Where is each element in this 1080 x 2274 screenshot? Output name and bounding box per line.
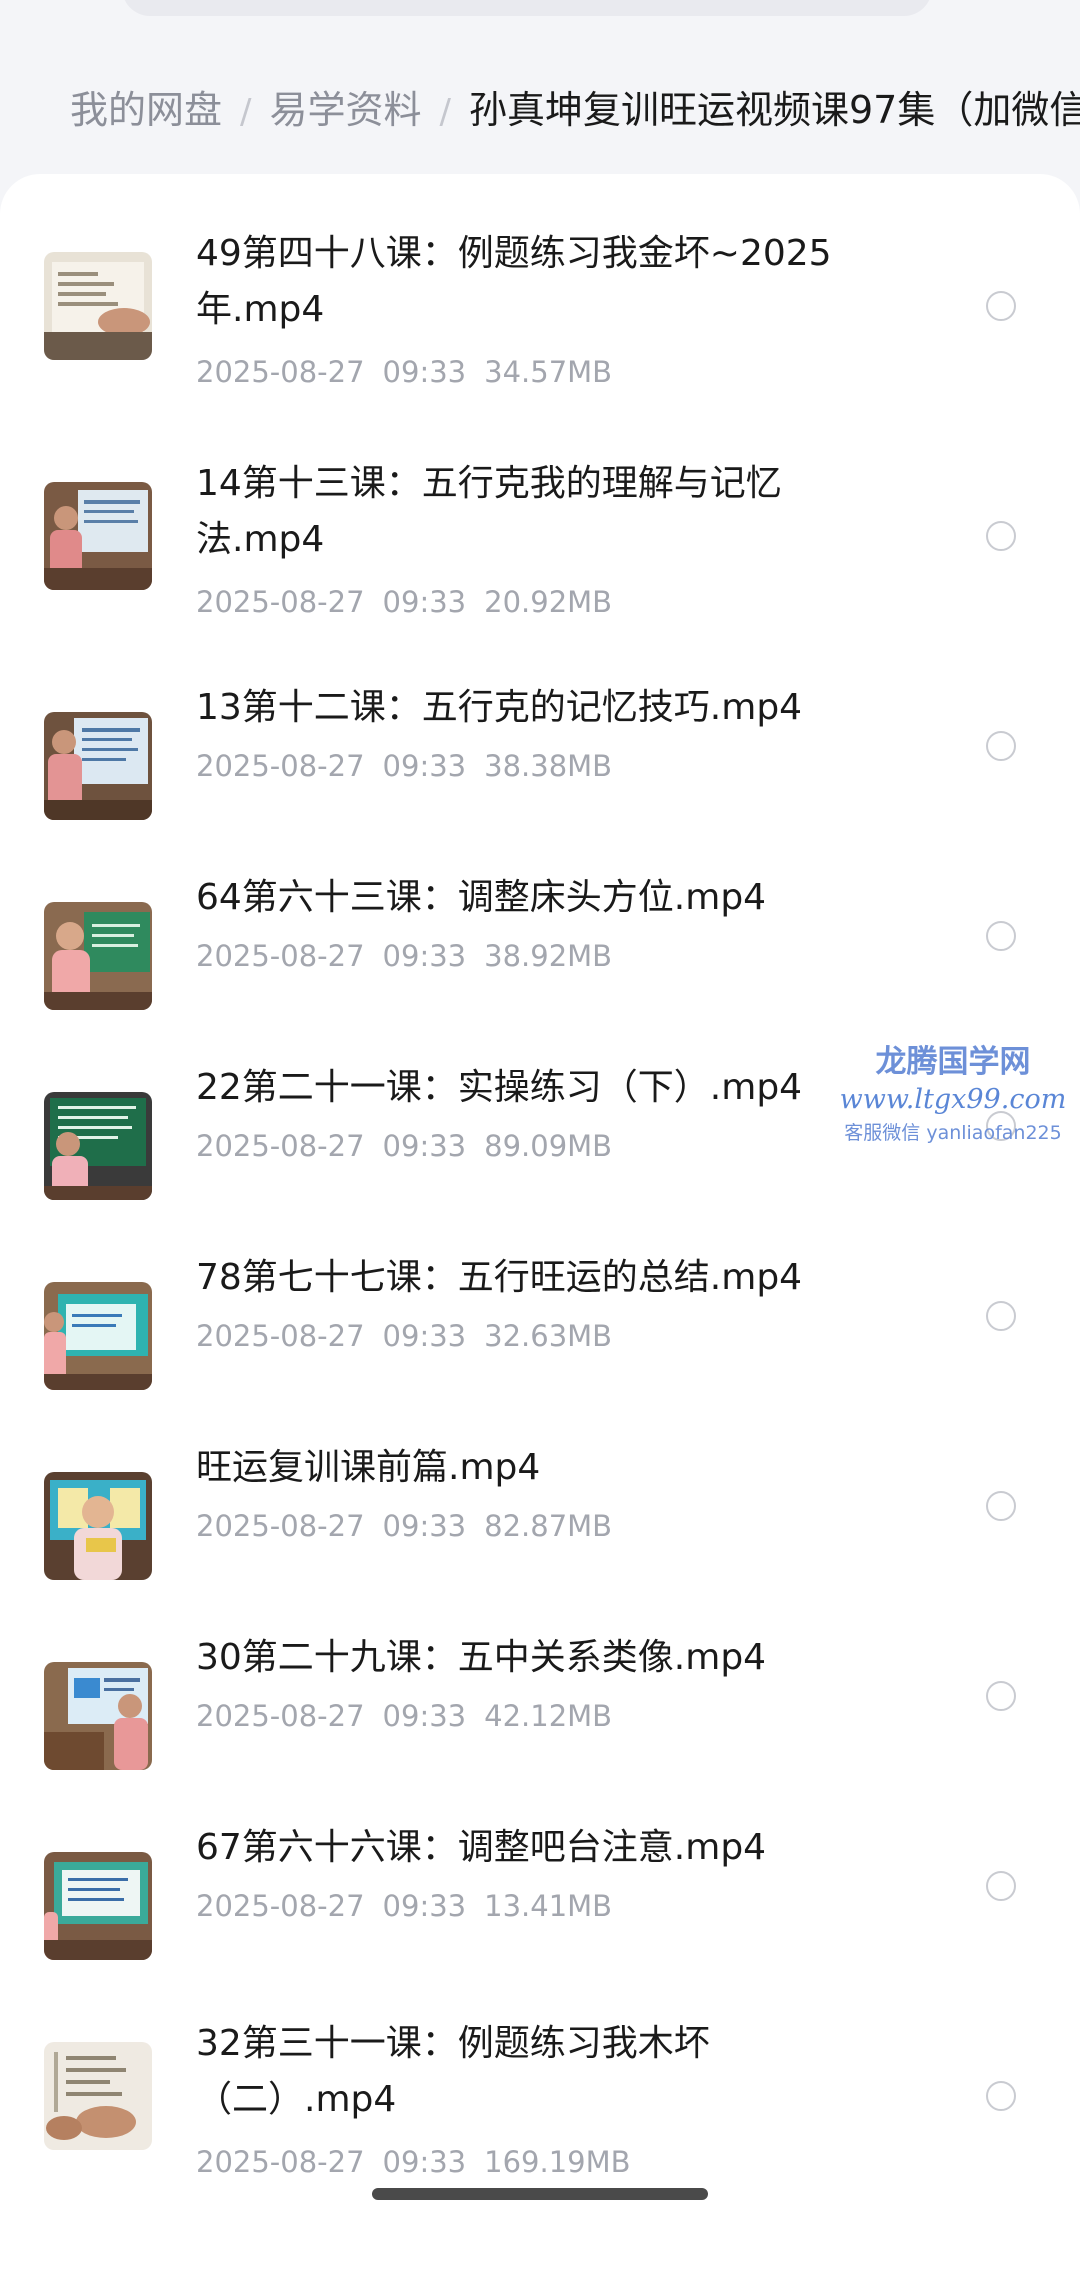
file-size: 34.57MB [484, 355, 613, 389]
file-meta: 2025-08-27 09:33 20.92MB [196, 582, 612, 622]
file-size: 32.63MB [484, 1319, 613, 1353]
file-size: 38.38MB [484, 749, 613, 783]
file-meta: 2025-08-27 09:33 32.63MB [196, 1316, 612, 1356]
file-row[interactable]: 旺运复训课前篇.mp4 2025-08-27 09:33 82.87MB [0, 1436, 1080, 1596]
radio-circle-icon[interactable] [986, 1681, 1016, 1711]
video-thumbnail [44, 1662, 152, 1770]
file-row[interactable]: 64第六十三课：调整床头方位.mp4 2025-08-27 09:33 38.92M… [0, 866, 1080, 1026]
radio-circle-icon[interactable] [986, 1111, 1016, 1141]
breadcrumb-separator: / [240, 92, 252, 132]
file-size: 13.41MB [484, 1889, 613, 1923]
radio-circle-icon[interactable] [986, 731, 1016, 761]
video-thumbnail [44, 712, 152, 820]
file-meta: 2025-08-27 09:33 169.19MB [196, 2142, 631, 2182]
file-row[interactable]: 32第三十一课：例题练习我木坏（二）.mp4 2025-08-27 09:33 16… [0, 2006, 1080, 2206]
file-meta: 2025-08-27 09:33 38.92MB [196, 936, 612, 976]
file-time: 09:33 [382, 1129, 467, 1163]
file-date: 2025-08-27 [196, 939, 365, 973]
file-row[interactable]: 22第二十一课：实操练习（下）.mp4 2025-08-27 09:33 89.09… [0, 1056, 1080, 1216]
file-row[interactable]: 78第七十七课：五行旺运的总结.mp4 2025-08-27 09:33 32.63… [0, 1246, 1080, 1406]
file-name: 78第七十七课：五行旺运的总结.mp4 [196, 1257, 803, 1298]
file-size: 20.92MB [484, 585, 613, 619]
file-name: 13第十二课：五行克的记忆技巧.mp4 [196, 687, 803, 728]
file-name: 32第三十一课：例题练习我木坏（二）.mp4 [196, 2023, 710, 2120]
file-date: 2025-08-27 [196, 585, 365, 619]
file-time: 09:33 [382, 585, 467, 619]
file-time: 09:33 [382, 749, 467, 783]
file-date: 2025-08-27 [196, 1509, 365, 1543]
radio-circle-icon[interactable] [986, 921, 1016, 951]
file-size: 42.12MB [484, 1699, 613, 1733]
file-size: 38.92MB [484, 939, 613, 973]
video-thumbnail [44, 1472, 152, 1580]
file-time: 09:33 [382, 1319, 467, 1353]
file-date: 2025-08-27 [196, 749, 365, 783]
radio-circle-icon[interactable] [986, 1871, 1016, 1901]
breadcrumb-separator: / [439, 92, 451, 132]
breadcrumb: 我的网盘 / 易学资料 / 孙真坤复训旺运视频课97集（加微信 [70, 78, 1080, 142]
home-indicator[interactable] [372, 2188, 708, 2200]
file-row[interactable]: 67第六十六课：调整吧台注意.mp4 2025-08-27 09:33 13.41M… [0, 1816, 1080, 1976]
video-thumbnail [44, 902, 152, 1010]
file-date: 2025-08-27 [196, 355, 365, 389]
file-time: 09:33 [382, 1509, 467, 1543]
video-thumbnail [44, 482, 152, 590]
file-time: 09:33 [382, 2145, 467, 2179]
video-thumbnail [44, 252, 152, 360]
radio-circle-icon[interactable] [986, 1301, 1016, 1331]
breadcrumb-current-folder: 孙真坤复训旺运视频课97集（加微信 [468, 88, 1080, 132]
file-row[interactable]: 14第十三课：五行克我的理解与记忆法.mp4 2025-08-27 09:33 20… [0, 446, 1080, 646]
search-bar[interactable] [122, 0, 932, 16]
file-size: 89.09MB [484, 1129, 613, 1163]
breadcrumb-yixue-folder[interactable]: 易学资料 [269, 88, 421, 132]
file-date: 2025-08-27 [196, 1889, 365, 1923]
file-meta: 2025-08-27 09:33 34.57MB [196, 352, 612, 392]
file-meta: 2025-08-27 09:33 13.41MB [196, 1886, 612, 1926]
video-thumbnail [44, 2042, 152, 2150]
file-size: 82.87MB [484, 1509, 613, 1543]
file-name: 30第二十九课：五中关系类像.mp4 [196, 1637, 767, 1678]
file-size: 169.19MB [484, 2145, 631, 2179]
file-name: 旺运复训课前篇.mp4 [196, 1447, 541, 1488]
file-date: 2025-08-27 [196, 1319, 365, 1353]
video-thumbnail [44, 1092, 152, 1200]
radio-circle-icon[interactable] [986, 291, 1016, 321]
file-row[interactable]: 49第四十八课：例题练习我金坏~2025年.mp4 2025-08-27 09:3… [0, 216, 1080, 416]
file-date: 2025-08-27 [196, 1129, 365, 1163]
file-date: 2025-08-27 [196, 1699, 365, 1733]
file-name: 67第六十六课：调整吧台注意.mp4 [196, 1827, 767, 1868]
file-time: 09:33 [382, 355, 467, 389]
file-meta: 2025-08-27 09:33 42.12MB [196, 1696, 612, 1736]
file-name: 22第二十一课：实操练习（下）.mp4 [196, 1067, 803, 1108]
radio-circle-icon[interactable] [986, 521, 1016, 551]
video-thumbnail [44, 1282, 152, 1390]
file-meta: 2025-08-27 09:33 89.09MB [196, 1126, 612, 1166]
file-time: 09:33 [382, 1889, 467, 1923]
radio-circle-icon[interactable] [986, 2081, 1016, 2111]
radio-circle-icon[interactable] [986, 1491, 1016, 1521]
file-meta: 2025-08-27 09:33 38.38MB [196, 746, 612, 786]
file-list: 49第四十八课：例题练习我金坏~2025年.mp4 2025-08-27 09:3… [0, 174, 1080, 2274]
file-time: 09:33 [382, 939, 467, 973]
breadcrumb-my-drive[interactable]: 我的网盘 [70, 88, 222, 132]
file-time: 09:33 [382, 1699, 467, 1733]
file-name: 64第六十三课：调整床头方位.mp4 [196, 877, 767, 918]
file-date: 2025-08-27 [196, 2145, 365, 2179]
file-meta: 2025-08-27 09:33 82.87MB [196, 1506, 612, 1546]
file-row[interactable]: 30第二十九课：五中关系类像.mp4 2025-08-27 09:33 42.12M… [0, 1626, 1080, 1786]
file-name: 14第十三课：五行克我的理解与记忆法.mp4 [196, 463, 782, 560]
video-thumbnail [44, 1852, 152, 1960]
file-name: 49第四十八课：例题练习我金坏~2025年.mp4 [196, 233, 832, 330]
file-row[interactable]: 13第十二课：五行克的记忆技巧.mp4 2025-08-27 09:33 38.38… [0, 676, 1080, 836]
